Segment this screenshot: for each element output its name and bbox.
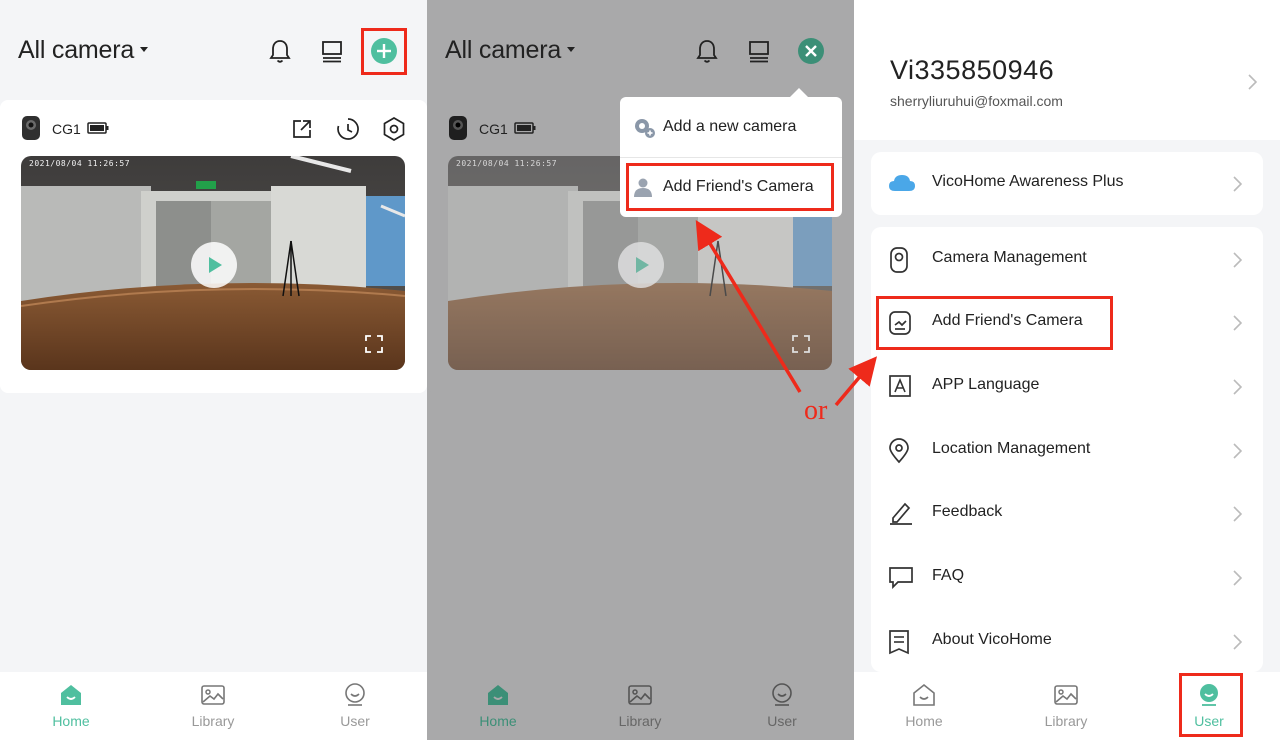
arrow-to-dropdown [695,220,802,393]
arrow-to-menu [834,356,878,407]
or-label: or [804,395,828,426]
annotation-overlay [695,220,878,407]
